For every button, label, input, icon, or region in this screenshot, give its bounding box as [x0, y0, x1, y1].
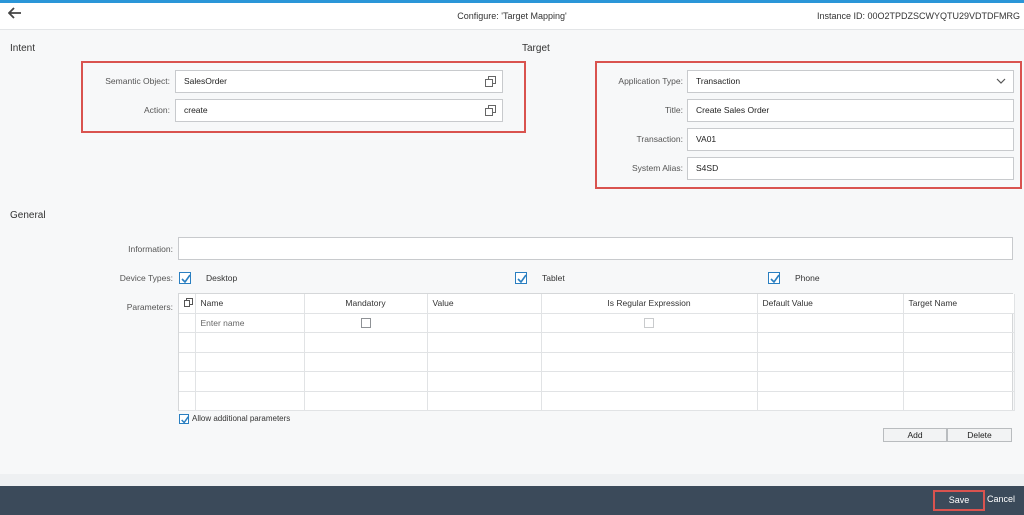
footer-bar	[0, 486, 1024, 515]
table-row	[179, 371, 1015, 392]
row-selector	[179, 352, 196, 373]
transaction-label: Transaction:	[636, 134, 683, 144]
title-label: Title:	[664, 105, 683, 115]
name-cell[interactable]: Enter name	[195, 313, 305, 334]
column-header-name: Name	[195, 294, 305, 314]
column-header-is-regular-expression: Is Regular Expression	[541, 294, 758, 314]
instance-id: Instance ID: 00O2TPDZSCWYQTU29VDTDFMRG	[816, 11, 1020, 21]
table-header-row: Name Mandatory Value Is Regular Expressi…	[179, 294, 1015, 314]
semantic-object-field[interactable]: SalesOrder	[175, 70, 503, 93]
row-selector[interactable]	[179, 313, 196, 334]
save-button[interactable]: Save	[933, 490, 985, 511]
application-type-select[interactable]: Transaction	[687, 70, 1014, 93]
content-bottom-band	[0, 474, 1024, 486]
table-row	[179, 332, 1015, 353]
default-value-cell[interactable]	[757, 313, 904, 334]
target-section-title: Target	[522, 43, 550, 54]
regex-checkbox	[644, 318, 654, 329]
add-button[interactable]: Add	[883, 428, 947, 442]
cancel-button[interactable]: Cancel	[987, 494, 1015, 504]
application-type-value: Transaction	[696, 76, 741, 86]
chevron-down-icon[interactable]	[995, 75, 1007, 87]
row-selector	[179, 371, 196, 392]
checkmark-icon	[181, 416, 189, 424]
action-label: Action:	[144, 105, 170, 115]
table-row	[179, 391, 1015, 412]
value-help-icon[interactable]	[485, 76, 496, 87]
tablet-label: Tablet	[542, 273, 565, 283]
column-header-mandatory: Mandatory	[304, 294, 428, 314]
device-types-label: Device Types:	[119, 273, 173, 283]
name-placeholder: Enter name	[200, 317, 245, 328]
phone-label: Phone	[795, 273, 820, 283]
parameters-label: Parameters:	[126, 302, 173, 312]
application-type-label: Application Type:	[618, 76, 683, 86]
action-value: create	[184, 105, 208, 115]
transaction-field[interactable]: VA01	[687, 128, 1014, 151]
information-field[interactable]	[178, 237, 1013, 260]
value-cell[interactable]	[427, 313, 542, 334]
checkmark-icon	[517, 274, 527, 284]
header-bar: Configure: 'Target Mapping' Instance ID:…	[0, 3, 1024, 30]
desktop-label: Desktop	[206, 273, 238, 283]
row-selector	[179, 332, 196, 353]
delete-button[interactable]: Delete	[947, 428, 1012, 442]
allow-additional-label: Allow additional parameters	[192, 414, 291, 423]
system-alias-label: System Alias:	[631, 163, 683, 173]
checkmark-icon	[770, 274, 780, 284]
mandatory-checkbox[interactable]	[360, 318, 371, 329]
table-row: Enter name	[179, 313, 1015, 334]
select-all-cell[interactable]	[179, 294, 196, 314]
title-field[interactable]: Create Sales Order	[687, 99, 1014, 122]
multi-select-icon[interactable]	[184, 297, 193, 307]
column-header-target-name: Target Name	[903, 294, 1015, 314]
general-section-title: General	[10, 210, 46, 221]
semantic-object-value: SalesOrder	[184, 76, 227, 86]
intent-section-title: Intent	[10, 43, 36, 54]
regex-cell	[541, 313, 758, 334]
tablet-checkbox[interactable]	[515, 272, 527, 284]
system-alias-field[interactable]: S4SD	[687, 157, 1014, 180]
checkmark-icon	[181, 274, 191, 284]
information-label: Information:	[128, 244, 173, 254]
value-help-icon[interactable]	[485, 105, 496, 116]
allow-additional-checkbox[interactable]	[179, 414, 189, 424]
semantic-object-label: Semantic Object:	[105, 76, 170, 86]
table-row	[179, 352, 1015, 373]
target-name-cell[interactable]	[903, 313, 1015, 334]
mandatory-cell	[304, 313, 428, 334]
column-header-default-value: Default Value	[757, 294, 904, 314]
row-selector	[179, 391, 196, 412]
desktop-checkbox[interactable]	[179, 272, 191, 284]
column-header-value: Value	[427, 294, 542, 314]
action-field[interactable]: create	[175, 99, 503, 122]
parameters-table: Name Mandatory Value Is Regular Expressi…	[178, 293, 1015, 412]
phone-checkbox[interactable]	[768, 272, 780, 284]
